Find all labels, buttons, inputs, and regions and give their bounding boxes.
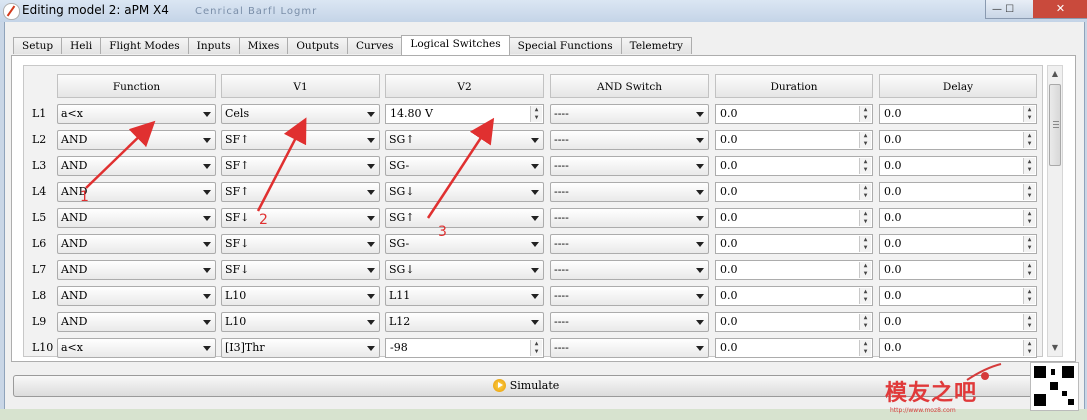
watermark-url: http://www.moz8.com: [890, 407, 956, 414]
simulate-label: Simulate: [509, 379, 560, 392]
watermark-logo: 模友之吧: [885, 381, 978, 406]
play-icon: [492, 379, 506, 392]
heli-logo-icon: [966, 363, 1002, 381]
annotation-1: 1: [80, 189, 89, 205]
annotation-3: 3: [438, 224, 447, 240]
tab-logical-switches[interactable]: Logical Switches: [401, 35, 510, 55]
arrow-2: [256, 117, 307, 212]
annotation-arrows: [85, 117, 495, 219]
qr-code-icon: [1030, 362, 1079, 411]
annotation-2: 2: [259, 212, 268, 228]
arrow-3: [426, 117, 495, 219]
arrow-1: [85, 120, 156, 189]
